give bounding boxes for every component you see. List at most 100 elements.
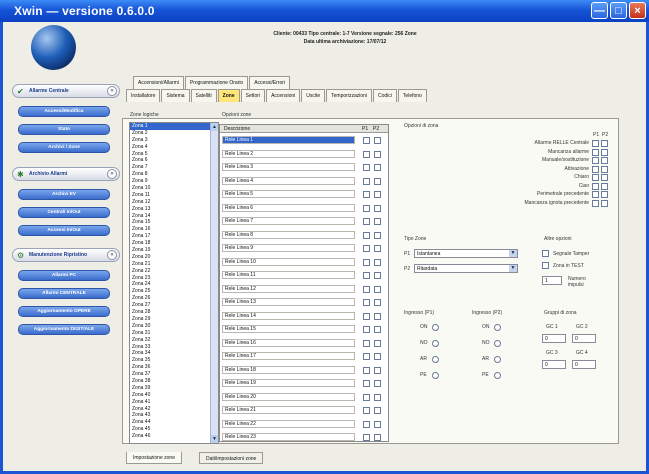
p1-checkbox[interactable] bbox=[363, 285, 370, 293]
grid-row[interactable]: Rele Linea 9 bbox=[220, 243, 388, 253]
p1-checkbox[interactable] bbox=[363, 434, 370, 441]
list-item[interactable]: Zona 3 bbox=[130, 137, 218, 144]
list-item[interactable]: Zona 22 bbox=[130, 268, 218, 275]
radio-p2[interactable] bbox=[494, 340, 501, 347]
sidebar-button[interactable]: Allarmi CENTRALE bbox=[18, 288, 110, 299]
maximize-button[interactable]: □ bbox=[610, 2, 627, 19]
grid-description-cell[interactable]: Rele Linea 4 bbox=[222, 176, 355, 185]
p1-type-select[interactable]: Istantanea ▼ bbox=[414, 249, 518, 258]
list-item[interactable]: Zona 21 bbox=[130, 261, 218, 268]
grid-description-cell[interactable]: Rele Linea 15 bbox=[222, 325, 355, 333]
bottom-tab-item[interactable]: Dati/impostazioni zone bbox=[199, 452, 264, 464]
grid-description-cell[interactable]: Rele Linea 18 bbox=[222, 365, 355, 374]
p2-checkbox[interactable] bbox=[374, 164, 381, 171]
grid-row[interactable]: Rele Linea 18 bbox=[220, 365, 388, 375]
grid-row[interactable]: Rele Linea 6 bbox=[220, 203, 388, 213]
sidebar-button[interactable]: Accessi/Modifica bbox=[18, 106, 110, 117]
tab-row1-item[interactable]: Accensioni/Allarmi bbox=[133, 76, 184, 89]
grid-description-cell[interactable]: Rele Linea 1 bbox=[222, 136, 355, 144]
close-button[interactable]: × bbox=[629, 2, 646, 19]
p2-checkbox[interactable] bbox=[374, 191, 381, 198]
zone-list-scrollbar[interactable]: ▲ ▼ bbox=[210, 123, 218, 443]
list-item[interactable]: Zona 29 bbox=[130, 316, 218, 323]
list-item[interactable]: Zona 45 bbox=[130, 426, 218, 433]
option-p1-checkbox[interactable] bbox=[592, 148, 599, 156]
tab-installatore[interactable]: Installatore bbox=[126, 89, 161, 102]
option-p2-checkbox[interactable] bbox=[601, 191, 608, 198]
list-item[interactable]: Zona 11 bbox=[130, 192, 218, 199]
p2-checkbox[interactable] bbox=[374, 137, 381, 144]
grid-row[interactable]: Rele Linea 10 bbox=[220, 257, 388, 267]
p2-checkbox[interactable] bbox=[374, 380, 381, 387]
option-p2-checkbox[interactable] bbox=[601, 140, 608, 147]
grid-row[interactable]: Rele Linea 19 bbox=[220, 378, 388, 388]
grid-row[interactable]: Rele Linea 5 bbox=[220, 189, 388, 199]
radio-p1[interactable] bbox=[432, 324, 439, 331]
list-item[interactable]: Zona 44 bbox=[130, 419, 218, 426]
tab-telefono[interactable]: Telefono bbox=[397, 89, 427, 102]
option-p1-checkbox[interactable] bbox=[592, 182, 599, 190]
p2-checkbox[interactable] bbox=[374, 299, 381, 306]
tab-row1-item[interactable]: Programmazione Orario bbox=[184, 76, 249, 89]
grid-description-cell[interactable]: Rele Linea 3 bbox=[222, 163, 355, 171]
p1-checkbox[interactable] bbox=[363, 150, 370, 158]
p2-checkbox[interactable] bbox=[374, 407, 381, 414]
sidebar-button[interactable]: Aggiornamento OPERE bbox=[18, 306, 110, 317]
list-item[interactable]: Zona 13 bbox=[130, 206, 218, 213]
grid-row[interactable]: Rele Linea 12 bbox=[220, 284, 388, 294]
grid-row[interactable]: Rele Linea 1 bbox=[220, 135, 388, 145]
sidebar-button[interactable]: Stato bbox=[18, 124, 110, 135]
list-item[interactable]: Zona 23 bbox=[130, 275, 218, 282]
bottom-tab-item[interactable]: Impostazione zone bbox=[126, 452, 182, 464]
p1-checkbox[interactable] bbox=[363, 231, 370, 239]
radio-p2[interactable] bbox=[494, 356, 501, 363]
p1-checkbox[interactable] bbox=[363, 420, 370, 428]
p1-checkbox[interactable] bbox=[363, 272, 370, 279]
p2-checkbox[interactable] bbox=[374, 150, 381, 158]
altre-checkbox[interactable] bbox=[542, 250, 549, 257]
radio-p1[interactable] bbox=[432, 356, 439, 363]
list-item[interactable]: Zona 42 bbox=[130, 406, 218, 413]
radio-p2[interactable] bbox=[494, 324, 501, 331]
sidebar-button[interactable]: Allarmi PC bbox=[18, 270, 110, 281]
option-p2-checkbox[interactable] bbox=[601, 157, 608, 164]
collapse-icon[interactable]: « bbox=[107, 86, 117, 96]
p1-checkbox[interactable] bbox=[363, 407, 370, 414]
list-item[interactable]: Zona 46 bbox=[130, 433, 218, 440]
collapse-icon[interactable]: « bbox=[107, 250, 117, 260]
grid-description-cell[interactable]: Rele Linea 16 bbox=[222, 338, 355, 347]
p1-checkbox[interactable] bbox=[363, 218, 370, 225]
grid-description-cell[interactable]: Rele Linea 9 bbox=[222, 244, 355, 252]
list-item[interactable]: Zona 19 bbox=[130, 247, 218, 254]
list-item[interactable]: Zona 33 bbox=[130, 344, 218, 351]
option-p2-checkbox[interactable] bbox=[601, 148, 608, 156]
list-item[interactable]: Zona 12 bbox=[130, 199, 218, 206]
grid-description-cell[interactable]: Rele Linea 12 bbox=[222, 284, 355, 293]
collapse-icon[interactable]: « bbox=[107, 169, 117, 179]
list-item[interactable]: Zona 26 bbox=[130, 295, 218, 302]
list-item[interactable]: Zona 36 bbox=[130, 364, 218, 371]
grid-row[interactable]: Rele Linea 17 bbox=[220, 351, 388, 361]
list-item[interactable]: Zona 15 bbox=[130, 219, 218, 226]
grid-description-cell[interactable]: Rele Linea 10 bbox=[222, 257, 355, 266]
tab-zone[interactable]: Zone bbox=[217, 89, 240, 102]
grid-row[interactable]: Rele Linea 7 bbox=[220, 216, 388, 226]
grid-row[interactable]: Rele Linea 3 bbox=[220, 162, 388, 172]
list-item[interactable]: Zona 5 bbox=[130, 151, 218, 158]
grid-description-cell[interactable]: Rele Linea 23 bbox=[222, 433, 355, 441]
minimize-button[interactable]: — bbox=[591, 2, 608, 19]
list-item[interactable]: Zona 20 bbox=[130, 254, 218, 261]
option-p2-checkbox[interactable] bbox=[601, 174, 608, 181]
list-item[interactable]: Zona 28 bbox=[130, 309, 218, 316]
list-item[interactable]: Zona 43 bbox=[130, 412, 218, 419]
p2-checkbox[interactable] bbox=[374, 245, 381, 252]
radio-p1[interactable] bbox=[432, 340, 439, 347]
list-item[interactable]: Zona 37 bbox=[130, 371, 218, 378]
grid-description-cell[interactable]: Rele Linea 14 bbox=[222, 311, 355, 320]
radio-p2[interactable] bbox=[494, 372, 501, 379]
p1-checkbox[interactable] bbox=[363, 393, 370, 401]
tab-temporizzazioni[interactable]: Temporizzazioni bbox=[326, 89, 373, 102]
list-item[interactable]: Zona 9 bbox=[130, 178, 218, 185]
grid-description-cell[interactable]: Rele Linea 5 bbox=[222, 190, 355, 198]
option-p1-checkbox[interactable] bbox=[592, 199, 599, 207]
